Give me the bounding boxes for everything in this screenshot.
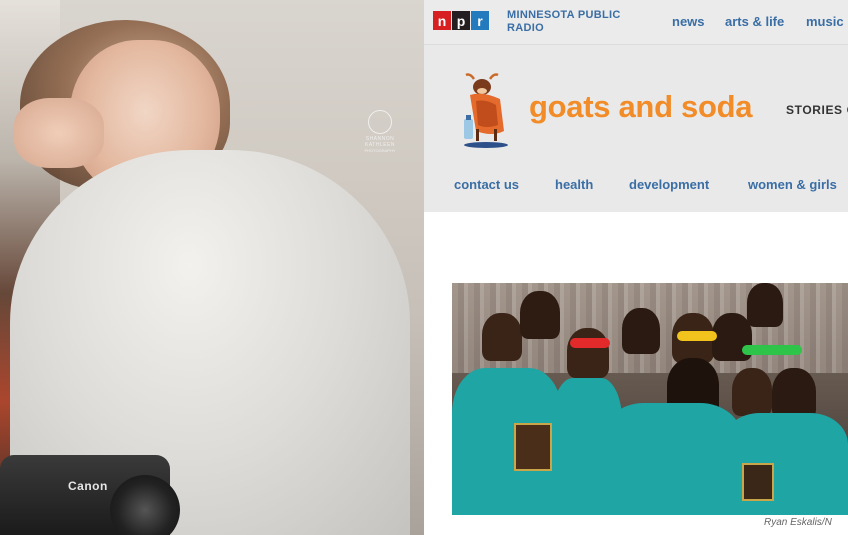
blog-header: goats and soda STORIES O contact us heal…	[424, 44, 848, 212]
person-4	[622, 308, 660, 354]
npr-logo-n: n	[433, 11, 451, 30]
blog-title[interactable]: goats and soda	[529, 89, 752, 125]
top-nav-news[interactable]: news	[672, 14, 705, 29]
person-3	[567, 328, 609, 378]
blog-nav-contact-us[interactable]: contact us	[454, 177, 519, 192]
award-plaque	[514, 423, 552, 471]
station-name[interactable]: MINNESOTA PUBLIC RADIO	[507, 9, 637, 35]
watermark-name: SHANNON KATHLEEN	[364, 136, 396, 148]
camera-brand: Canon	[68, 479, 108, 493]
shirt-3	[602, 403, 742, 515]
photographer-watermark: SHANNON KATHLEEN PHOTOGRAPHY	[350, 110, 410, 153]
left-photo: Canon SHANNON KATHLEEN PHOTOGRAPHY	[0, 0, 424, 535]
camera: Canon	[0, 455, 180, 535]
blog-nav-women-girls[interactable]: women & girls	[748, 177, 837, 192]
npr-logo-p: p	[452, 11, 470, 30]
npr-logo[interactable]: n p r	[433, 11, 490, 30]
blog-nav-health[interactable]: health	[555, 177, 593, 192]
party-glasses-red	[570, 338, 610, 348]
npr-page: n p r MINNESOTA PUBLIC RADIO news arts &…	[424, 0, 848, 535]
award-plaque-2	[742, 463, 774, 501]
shirt-4	[722, 413, 848, 515]
blog-nav-development[interactable]: development	[629, 177, 709, 192]
photo-credit: Ryan Eskalis/N	[764, 517, 832, 528]
camera-lens	[110, 475, 180, 535]
party-glasses-green	[742, 345, 802, 355]
person-8	[732, 368, 772, 416]
person-10	[747, 283, 783, 327]
person-1	[482, 313, 522, 361]
person-2	[520, 291, 560, 339]
top-nav-music[interactable]: music	[806, 14, 844, 29]
npr-logo-r: r	[471, 11, 489, 30]
watermark-sub: PHOTOGRAPHY	[364, 148, 396, 153]
photo-hand	[14, 98, 104, 168]
top-nav-arts-life[interactable]: arts & life	[725, 14, 784, 29]
blog-nav: contact us health development women & gi…	[424, 177, 848, 199]
npr-top-bar: n p r MINNESOTA PUBLIC RADIO news arts &…	[424, 0, 848, 44]
blog-tagline: STORIES O	[786, 103, 848, 117]
party-glasses-yellow	[677, 331, 717, 341]
goat-icon[interactable]	[456, 71, 516, 151]
watermark-ring-icon	[368, 110, 392, 134]
article-photo[interactable]	[452, 283, 848, 515]
